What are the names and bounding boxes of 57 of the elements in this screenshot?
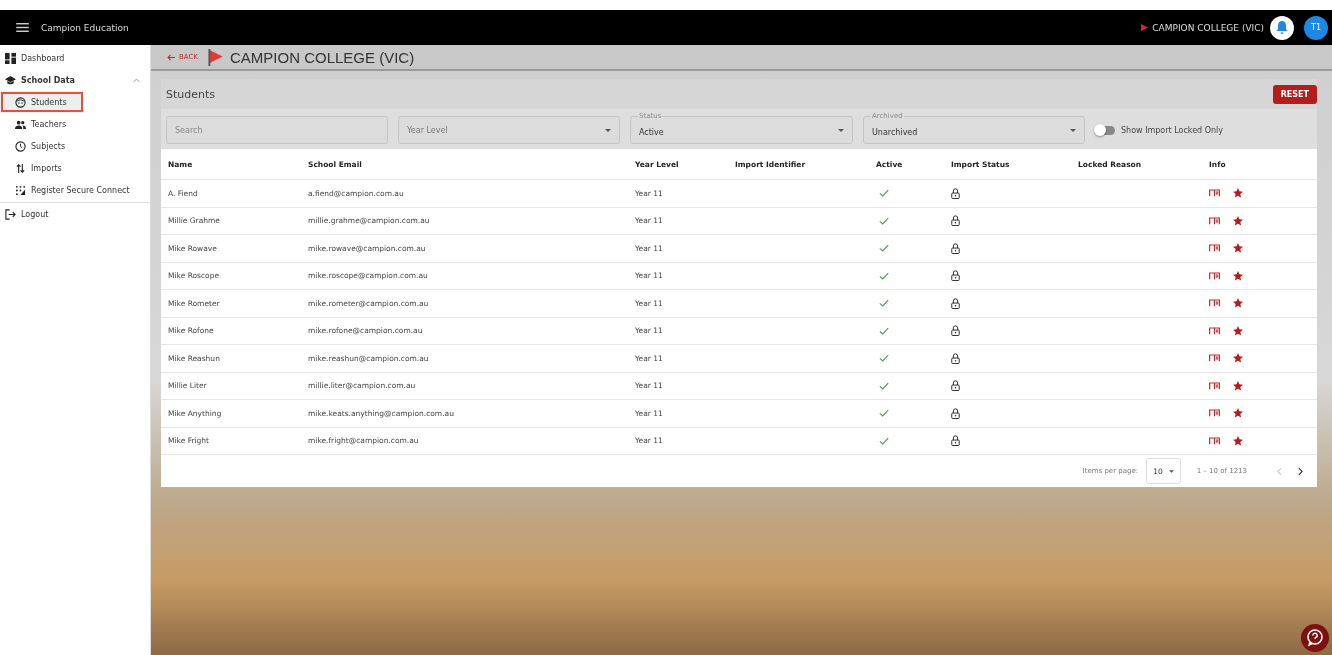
select-field[interactable]: Year Level xyxy=(398,116,620,144)
dropdown-caret-icon xyxy=(1070,128,1076,132)
dropdown-caret-icon xyxy=(1168,469,1174,473)
sidebar-item[interactable]: Students xyxy=(0,91,84,113)
star-icon[interactable] xyxy=(1232,407,1244,420)
panel-icon[interactable] xyxy=(1209,354,1220,363)
people-icon xyxy=(15,118,26,130)
star-icon[interactable] xyxy=(1232,352,1244,365)
dashboard-icon xyxy=(5,52,16,64)
sidebar-item[interactable]: Subjects xyxy=(0,135,150,157)
clock-icon xyxy=(15,140,26,152)
page-title: CAMPION COLLEGE (VIC) xyxy=(229,48,415,66)
panel-icon[interactable] xyxy=(1209,381,1220,390)
panel-icon[interactable] xyxy=(1209,409,1220,418)
menu-icon[interactable] xyxy=(16,23,29,32)
panel-icon[interactable] xyxy=(1209,244,1220,253)
panel-icon[interactable] xyxy=(1209,299,1220,308)
help-icon[interactable] xyxy=(1301,624,1329,652)
reset-button[interactable]: RESET xyxy=(1272,84,1317,104)
star-icon[interactable] xyxy=(1232,434,1244,447)
star-icon[interactable] xyxy=(1232,269,1244,282)
sidebar-item[interactable]: Imports xyxy=(0,157,150,179)
panel-icon[interactable] xyxy=(1209,189,1220,198)
search-field[interactable]: Search xyxy=(166,116,388,144)
panel-icon[interactable] xyxy=(1209,436,1220,445)
star-icon[interactable] xyxy=(1232,187,1244,200)
panel-icon[interactable] xyxy=(1209,216,1220,225)
up-down-arrows-icon xyxy=(15,162,26,174)
sidebar-item[interactable]: Teachers xyxy=(0,113,150,135)
toggle-label: Show Import Locked Only xyxy=(1121,125,1224,135)
graduation-cap-icon xyxy=(5,74,16,86)
logout-icon xyxy=(5,208,16,220)
dropdown-caret-icon xyxy=(838,128,844,132)
notification-bell-icon[interactable] xyxy=(1270,15,1294,40)
next-page-icon[interactable] xyxy=(1298,466,1303,476)
logout-item[interactable]: Logout xyxy=(0,202,150,225)
sidebar-item[interactable]: Register Secure Connect xyxy=(0,179,150,201)
star-icon[interactable] xyxy=(1232,214,1244,227)
star-icon[interactable] xyxy=(1232,379,1244,392)
flag-icon xyxy=(1141,24,1149,31)
back-arrow-icon xyxy=(167,53,176,61)
app-title: Campion Education xyxy=(41,22,129,33)
sidebar-item[interactable]: Dashboard xyxy=(0,47,150,69)
star-icon[interactable] xyxy=(1232,297,1244,310)
user-avatar[interactable]: T1 xyxy=(1304,15,1328,40)
face-icon xyxy=(15,96,26,108)
flag-icon xyxy=(207,48,224,66)
star-icon[interactable] xyxy=(1232,242,1244,255)
dropdown-caret-icon xyxy=(605,128,611,132)
star-icon[interactable] xyxy=(1232,324,1244,337)
dot-grid-icon xyxy=(15,184,26,196)
toggle-switch[interactable] xyxy=(1095,125,1115,135)
sidebar-item[interactable]: School Data xyxy=(0,69,150,91)
school-name: CAMPION COLLEGE (VIC) xyxy=(1152,22,1264,33)
panel-title: Students xyxy=(166,87,216,101)
panel-icon[interactable] xyxy=(1209,271,1220,280)
panel-icon[interactable] xyxy=(1209,326,1220,335)
